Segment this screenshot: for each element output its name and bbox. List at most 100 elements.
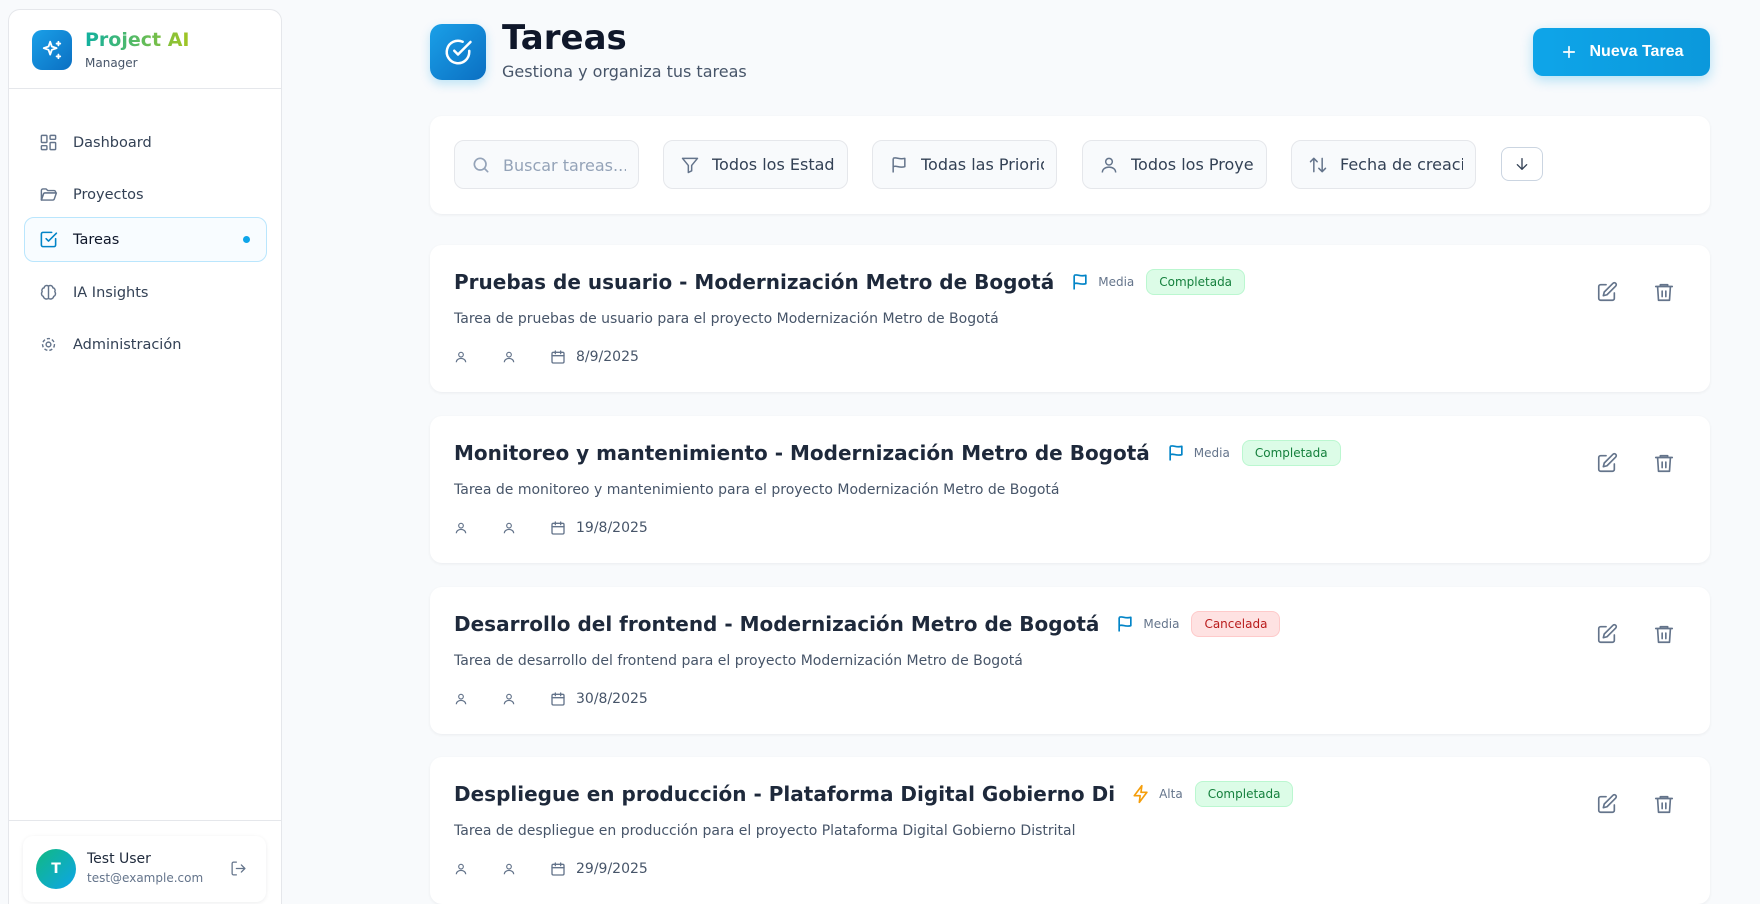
- trash-icon[interactable]: [1653, 623, 1675, 645]
- new-task-label: Nueva Tarea: [1589, 43, 1684, 60]
- trash-icon[interactable]: [1653, 281, 1675, 303]
- flag-icon: [1070, 272, 1090, 292]
- task-title: Desarrollo del frontend - Modernización …: [454, 612, 1100, 636]
- sidebar-footer-divider: [9, 820, 281, 821]
- flag-icon: [889, 155, 909, 175]
- flag-icon: [1115, 614, 1135, 634]
- task-card[interactable]: Pruebas de usuario - Modernización Metro…: [430, 245, 1710, 392]
- priority-indicator: Media: [1070, 272, 1134, 292]
- status-badge: Completada: [1146, 269, 1246, 295]
- filter-funnel-icon: [680, 155, 700, 175]
- task-date: 29/9/2025: [576, 861, 648, 877]
- priority-indicator: Media: [1166, 443, 1230, 463]
- task-card[interactable]: Despliegue en producción - Plataforma Di…: [430, 757, 1710, 904]
- calendar-icon: [550, 349, 566, 365]
- search-input[interactable]: [503, 155, 626, 175]
- status-badge: Completada: [1194, 781, 1294, 807]
- project-filter-value: Todos los Proyectos: [1131, 155, 1254, 174]
- new-task-button[interactable]: Nueva Tarea: [1533, 28, 1710, 76]
- page-subtitle: Gestiona y organiza tus tareas: [502, 62, 747, 81]
- gear-icon: [39, 335, 58, 354]
- task-description: Tarea de despliegue en producción para e…: [454, 823, 1076, 839]
- user-icon: [1099, 155, 1119, 175]
- task-title: Pruebas de usuario - Modernización Metro…: [454, 270, 1055, 294]
- creator-user-icon: [502, 692, 516, 706]
- task-title: Monitoreo y mantenimiento - Modernizació…: [454, 441, 1150, 465]
- priority-label: Media: [1143, 617, 1180, 631]
- project-filter-select[interactable]: Todos los Proyectos: [1082, 140, 1267, 189]
- page-title: Tareas: [502, 18, 627, 58]
- filter-bar: Todos los Estados Todas las Prioridades …: [430, 116, 1710, 214]
- sidebar-item-label: Proyectos: [73, 186, 144, 203]
- sidebar-item-ia-insights[interactable]: IA Insights: [24, 270, 267, 315]
- calendar-icon: [550, 691, 566, 707]
- app-name: Project AI: [85, 29, 190, 51]
- app-subtitle: Manager: [85, 56, 138, 70]
- trash-icon[interactable]: [1653, 452, 1675, 474]
- sidebar-item-tareas[interactable]: Tareas: [24, 217, 267, 262]
- task-date: 30/8/2025: [576, 691, 648, 707]
- assignee-user-icon: [454, 692, 468, 706]
- creator-user-icon: [502, 350, 516, 364]
- assignee-user-icon: [454, 521, 468, 535]
- sidebar-item-dashboard[interactable]: Dashboard: [24, 120, 267, 165]
- brain-icon: [39, 283, 58, 302]
- calendar-icon: [550, 520, 566, 536]
- sort-direction-button[interactable]: [1501, 147, 1543, 181]
- creator-user-icon: [502, 521, 516, 535]
- sidebar-item-administracion[interactable]: Administración: [24, 322, 267, 367]
- active-indicator-dot: [243, 236, 250, 243]
- brand-header: Project AI Manager: [9, 10, 281, 89]
- sidebar-item-label: IA Insights: [73, 284, 149, 301]
- search-icon: [471, 155, 491, 175]
- status-badge: Cancelada: [1191, 611, 1281, 637]
- dashboard-grid-icon: [39, 133, 58, 152]
- trash-icon[interactable]: [1653, 793, 1675, 815]
- edit-icon[interactable]: [1596, 452, 1618, 474]
- edit-icon[interactable]: [1596, 281, 1618, 303]
- folder-icon: [39, 185, 58, 204]
- avatar: T: [36, 849, 76, 889]
- priority-label: Media: [1098, 275, 1135, 289]
- sidebar: Project AI Manager Dashboard Proyectos T…: [8, 9, 282, 904]
- task-description: Tarea de pruebas de usuario para el proy…: [454, 311, 999, 327]
- task-card[interactable]: Monitoreo y mantenimiento - Modernizació…: [430, 416, 1710, 563]
- edit-icon[interactable]: [1596, 793, 1618, 815]
- priority-label: Alta: [1159, 787, 1183, 801]
- task-date: 8/9/2025: [576, 349, 639, 365]
- user-card: T Test User test@example.com: [23, 836, 266, 902]
- creator-user-icon: [502, 862, 516, 876]
- user-email: test@example.com: [87, 871, 204, 885]
- sidebar-item-proyectos[interactable]: Proyectos: [24, 172, 267, 217]
- task-description: Tarea de desarrollo del frontend para el…: [454, 653, 1023, 669]
- checkbox-icon: [39, 230, 58, 249]
- assignee-user-icon: [454, 350, 468, 364]
- assignee-user-icon: [454, 862, 468, 876]
- lightning-icon: [1131, 784, 1151, 804]
- priority-label: Media: [1193, 446, 1230, 460]
- user-name: Test User: [87, 851, 151, 867]
- status-badge: Completada: [1241, 440, 1341, 466]
- arrow-down-icon: [1514, 156, 1530, 172]
- sidebar-item-label: Tareas: [73, 231, 120, 248]
- flag-icon: [1166, 443, 1186, 463]
- logout-icon[interactable]: [230, 860, 247, 877]
- search-field[interactable]: [454, 140, 639, 189]
- priority-filter-select[interactable]: Todas las Prioridades: [872, 140, 1057, 189]
- task-date: 19/8/2025: [576, 520, 648, 536]
- sort-arrows-icon: [1308, 155, 1328, 175]
- task-title: Despliegue en producción - Plataforma Di…: [454, 782, 1116, 806]
- sort-by-value: Fecha de creación: [1340, 155, 1463, 174]
- sidebar-item-label: Dashboard: [73, 134, 152, 151]
- edit-icon[interactable]: [1596, 623, 1618, 645]
- priority-indicator: Media: [1115, 614, 1179, 634]
- task-card[interactable]: Desarrollo del frontend - Modernización …: [430, 587, 1710, 734]
- sort-by-select[interactable]: Fecha de creación: [1291, 140, 1476, 189]
- priority-filter-value: Todas las Prioridades: [921, 155, 1044, 174]
- calendar-icon: [550, 861, 566, 877]
- sidebar-item-label: Administración: [73, 336, 182, 353]
- task-description: Tarea de monitoreo y mantenimiento para …: [454, 482, 1060, 498]
- status-filter-value: Todos los Estados: [712, 155, 835, 174]
- plus-icon: [1560, 43, 1578, 61]
- status-filter-select[interactable]: Todos los Estados: [663, 140, 848, 189]
